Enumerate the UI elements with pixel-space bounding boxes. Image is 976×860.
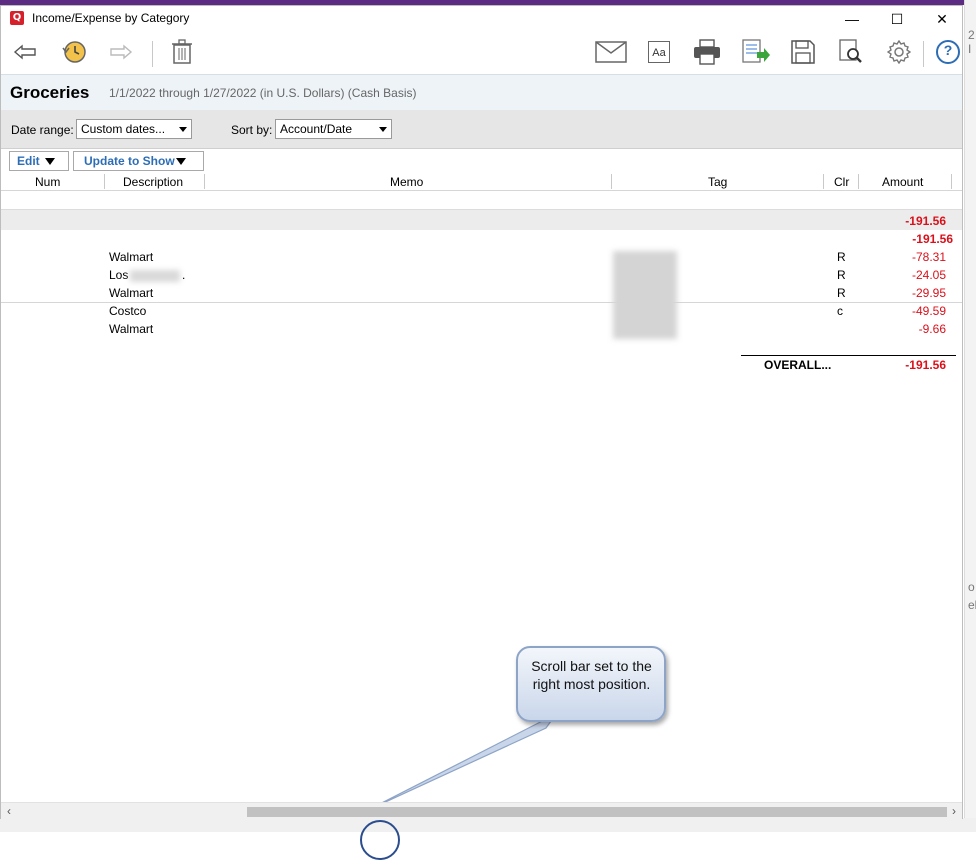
row-description: Walmart bbox=[109, 286, 154, 300]
filter-bar: Date range: Custom dates... Sort by: Acc… bbox=[1, 110, 962, 149]
export-icon[interactable] bbox=[740, 37, 772, 67]
background-logo bbox=[360, 820, 400, 860]
table-row[interactable]: Los . R -24.05 bbox=[1, 267, 962, 285]
table-row[interactable]: Costco c -49.59 bbox=[1, 303, 962, 321]
subtotal-amount: -191.56 bbox=[912, 232, 953, 246]
column-header-clr[interactable]: Clr bbox=[834, 175, 849, 189]
group-total-row[interactable]: -191.56 bbox=[1, 209, 962, 230]
forward-arrow-icon[interactable] bbox=[107, 37, 135, 67]
scroll-right-arrow-icon[interactable]: › bbox=[952, 804, 956, 818]
callout-text: Scroll bar set to the right most positio… bbox=[531, 658, 652, 692]
row-amount: -9.66 bbox=[918, 322, 946, 336]
row-amount: -24.05 bbox=[911, 268, 946, 282]
row-description-suffix: . bbox=[182, 268, 186, 282]
table-row[interactable]: Walmart R -78.31 bbox=[1, 249, 962, 267]
column-divider[interactable] bbox=[104, 174, 105, 189]
report-header: Groceries 1/1/2022 through 1/27/2022 (in… bbox=[1, 74, 962, 112]
row-clr: R bbox=[837, 286, 846, 300]
horizontal-scrollbar[interactable]: ‹ › bbox=[1, 802, 962, 820]
row-description: Los bbox=[109, 268, 129, 282]
dropdown-triangle-icon bbox=[45, 158, 55, 165]
minimize-button[interactable]: — bbox=[829, 6, 875, 32]
row-description: Walmart bbox=[109, 322, 154, 336]
toolbar-separator bbox=[152, 41, 153, 67]
date-range-value: Custom dates... bbox=[81, 122, 166, 136]
scroll-left-arrow-icon[interactable]: ‹ bbox=[7, 804, 11, 818]
redacted-tags bbox=[613, 251, 677, 339]
save-icon[interactable] bbox=[789, 37, 817, 67]
window-title: Income/Expense by Category bbox=[32, 11, 190, 25]
edit-button[interactable]: Edit bbox=[9, 151, 69, 171]
background-text: 2 I bbox=[968, 28, 975, 56]
row-amount: -78.31 bbox=[911, 250, 946, 264]
overall-label: OVERALL... bbox=[764, 358, 832, 372]
category-title: Groceries bbox=[10, 83, 90, 102]
toolbar-separator bbox=[923, 41, 924, 67]
update-to-show-button[interactable]: Update to Show bbox=[73, 151, 204, 171]
sort-by-value: Account/Date bbox=[280, 122, 353, 136]
email-icon[interactable] bbox=[594, 37, 628, 67]
scrollbar-thumb[interactable] bbox=[247, 807, 947, 817]
trash-icon[interactable] bbox=[169, 37, 195, 67]
annotation-callout: Scroll bar set to the right most positio… bbox=[516, 646, 666, 722]
row-clr: c bbox=[837, 304, 843, 318]
column-header-amount[interactable]: Amount bbox=[882, 175, 923, 189]
column-divider[interactable] bbox=[611, 174, 612, 189]
print-icon[interactable] bbox=[691, 37, 723, 67]
font-icon-label: Aa bbox=[648, 41, 670, 63]
title-bar: Q Income/Expense by Category — ☐ ✕ bbox=[1, 6, 962, 32]
background-text: el bbox=[968, 598, 976, 612]
gear-icon[interactable] bbox=[885, 37, 913, 67]
column-divider[interactable] bbox=[823, 174, 824, 189]
callout-pointer bbox=[365, 713, 557, 812]
total-rule bbox=[741, 355, 956, 356]
help-icon-label: ? bbox=[936, 40, 960, 64]
redacted-text bbox=[130, 270, 180, 282]
update-button-label: Update to Show bbox=[84, 154, 175, 168]
help-icon[interactable]: ? bbox=[934, 37, 962, 67]
column-header-description[interactable]: Description bbox=[123, 175, 183, 189]
maximize-button[interactable]: ☐ bbox=[874, 6, 920, 32]
background-text: o bbox=[968, 580, 975, 594]
table-row[interactable]: Walmart -9.66 bbox=[1, 321, 962, 339]
history-icon[interactable] bbox=[59, 37, 89, 67]
date-range-label: Date range: bbox=[11, 123, 74, 137]
column-header-num[interactable]: Num bbox=[35, 175, 60, 189]
quicken-app-icon: Q bbox=[10, 11, 24, 25]
sort-by-dropdown[interactable]: Account/Date bbox=[275, 119, 392, 139]
chevron-down-icon bbox=[379, 127, 387, 132]
dropdown-triangle-icon bbox=[176, 158, 186, 165]
back-arrow-icon[interactable] bbox=[11, 37, 39, 67]
report-window: Q Income/Expense by Category — ☐ ✕ Aa ? … bbox=[0, 5, 963, 820]
background-app-footer bbox=[0, 818, 976, 860]
overall-amount: -191.56 bbox=[905, 358, 946, 372]
date-range-dropdown[interactable]: Custom dates... bbox=[76, 119, 192, 139]
row-clr: R bbox=[837, 250, 846, 264]
column-divider[interactable] bbox=[204, 174, 205, 189]
report-date-range: 1/1/2022 through 1/27/2022 (in U.S. Doll… bbox=[109, 86, 417, 100]
column-header-memo[interactable]: Memo bbox=[390, 175, 423, 189]
row-amount: -49.59 bbox=[911, 304, 946, 318]
toolbar: Aa ? bbox=[1, 33, 962, 74]
row-description: Walmart bbox=[109, 250, 154, 264]
group-total-amount: -191.56 bbox=[905, 214, 946, 228]
column-header-tag[interactable]: Tag bbox=[708, 175, 727, 189]
column-divider[interactable] bbox=[858, 174, 859, 189]
column-divider[interactable] bbox=[951, 174, 952, 189]
edit-button-label: Edit bbox=[17, 154, 40, 168]
close-button[interactable]: ✕ bbox=[919, 6, 965, 32]
sort-by-label: Sort by: bbox=[231, 123, 273, 137]
row-description: Costco bbox=[109, 304, 147, 318]
row-clr: R bbox=[837, 268, 846, 282]
table-row[interactable]: Walmart R -29.95 bbox=[1, 285, 962, 303]
font-icon[interactable]: Aa bbox=[645, 37, 673, 67]
background-app-panel: 2 I o el bbox=[964, 0, 976, 832]
find-icon[interactable] bbox=[837, 37, 865, 67]
row-amount: -29.95 bbox=[911, 286, 946, 300]
column-header-row: Num Description Memo Tag Clr Amount bbox=[1, 174, 962, 191]
chevron-down-icon bbox=[179, 127, 187, 132]
